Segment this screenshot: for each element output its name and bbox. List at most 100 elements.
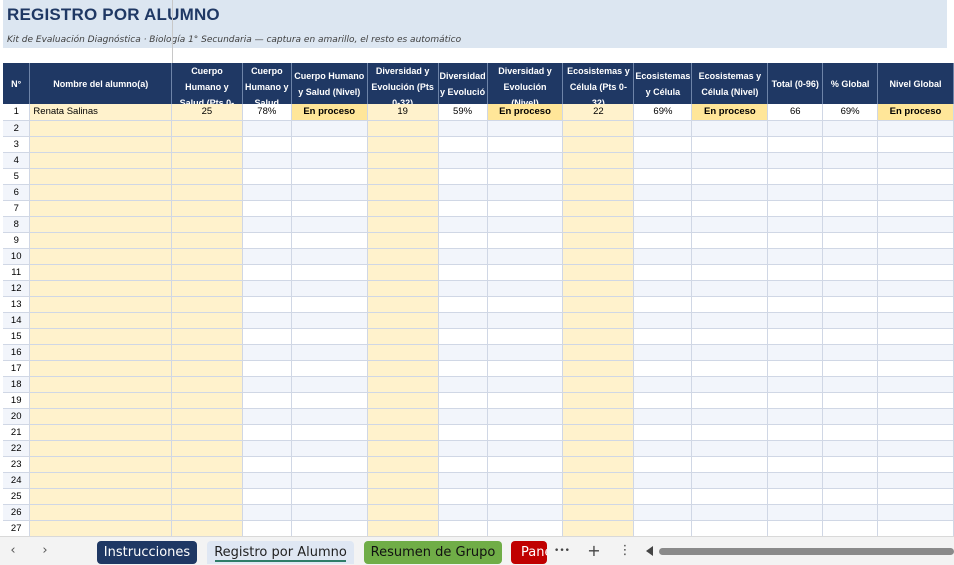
ecosistemas-pct-cell[interactable]: [633, 520, 693, 537]
ecosistemas-pct-cell[interactable]: 69%: [633, 104, 693, 121]
ecosistemas-pts-cell[interactable]: [562, 200, 635, 217]
nivel-global-cell[interactable]: [877, 488, 954, 505]
nivel-global-cell[interactable]: En proceso: [877, 104, 954, 121]
sheet-options-icon[interactable]: ⋮: [616, 542, 634, 560]
ecosistemas-nivel-cell[interactable]: [691, 216, 769, 233]
global-pct-cell[interactable]: [822, 376, 879, 393]
ecosistemas-pct-cell[interactable]: [633, 216, 693, 233]
cuerpo-pts-cell[interactable]: [171, 376, 243, 393]
diversidad-nivel-cell[interactable]: [487, 488, 564, 505]
diversidad-pts-cell[interactable]: [367, 424, 439, 441]
header-cell[interactable]: Diversidad y Evolució: [438, 63, 488, 104]
ecosistemas-pts-cell[interactable]: [562, 168, 635, 185]
ecosistemas-pts-cell[interactable]: [562, 184, 635, 201]
ecosistemas-nivel-cell[interactable]: [691, 472, 769, 489]
nivel-global-cell[interactable]: [877, 248, 954, 265]
student-name-cell[interactable]: [29, 424, 173, 441]
cuerpo-pct-cell[interactable]: [242, 392, 292, 409]
ecosistemas-nivel-cell[interactable]: [691, 232, 769, 249]
ecosistemas-pct-cell[interactable]: [633, 488, 693, 505]
global-pct-cell[interactable]: [822, 392, 879, 409]
nivel-global-cell[interactable]: [877, 376, 954, 393]
diversidad-pts-cell[interactable]: [367, 504, 439, 521]
ecosistemas-pts-cell[interactable]: [562, 488, 635, 505]
cuerpo-pts-cell[interactable]: [171, 392, 243, 409]
header-cell[interactable]: Cuerpo Humano y Salud (Nivel): [291, 63, 368, 104]
diversidad-pct-cell[interactable]: [438, 376, 488, 393]
ecosistemas-nivel-cell[interactable]: [691, 120, 769, 137]
total-cell[interactable]: [767, 408, 824, 425]
nivel-global-cell[interactable]: [877, 296, 954, 313]
student-name-cell[interactable]: [29, 440, 173, 457]
cuerpo-pct-cell[interactable]: [242, 360, 292, 377]
student-name-cell[interactable]: [29, 392, 173, 409]
cuerpo-nivel-cell[interactable]: En proceso: [291, 104, 368, 121]
diversidad-nivel-cell[interactable]: [487, 248, 564, 265]
cuerpo-pct-cell[interactable]: [242, 280, 292, 297]
total-cell[interactable]: [767, 344, 824, 361]
cuerpo-pts-cell[interactable]: [171, 264, 243, 281]
diversidad-nivel-cell[interactable]: [487, 152, 564, 169]
diversidad-nivel-cell[interactable]: [487, 232, 564, 249]
total-cell[interactable]: [767, 296, 824, 313]
global-pct-cell[interactable]: [822, 296, 879, 313]
ecosistemas-nivel-cell[interactable]: [691, 280, 769, 297]
cuerpo-pts-cell[interactable]: [171, 456, 243, 473]
student-name-cell[interactable]: [29, 168, 173, 185]
total-cell[interactable]: [767, 184, 824, 201]
tab-registro-por-alumno[interactable]: Registro por Alumno: [207, 541, 354, 564]
global-pct-cell[interactable]: [822, 152, 879, 169]
cuerpo-pct-cell[interactable]: [242, 344, 292, 361]
ecosistemas-pts-cell[interactable]: [562, 440, 635, 457]
ecosistemas-pct-cell[interactable]: [633, 392, 693, 409]
diversidad-pts-cell[interactable]: [367, 216, 439, 233]
global-pct-cell[interactable]: [822, 232, 879, 249]
cuerpo-pct-cell[interactable]: [242, 408, 292, 425]
global-pct-cell[interactable]: [822, 520, 879, 537]
total-cell[interactable]: [767, 280, 824, 297]
ecosistemas-pts-cell[interactable]: [562, 472, 635, 489]
global-pct-cell[interactable]: [822, 136, 879, 153]
cuerpo-pct-cell[interactable]: [242, 152, 292, 169]
header-cell[interactable]: Ecosistemas y Célula: [633, 63, 693, 104]
diversidad-pct-cell[interactable]: [438, 408, 488, 425]
header-cell[interactable]: Cuerpo Humano y Salud (Pts 0-: [171, 63, 243, 104]
diversidad-pts-cell[interactable]: [367, 152, 439, 169]
diversidad-pct-cell[interactable]: [438, 216, 488, 233]
ecosistemas-nivel-cell[interactable]: [691, 312, 769, 329]
total-cell[interactable]: [767, 360, 824, 377]
global-pct-cell[interactable]: [822, 488, 879, 505]
diversidad-pct-cell[interactable]: [438, 296, 488, 313]
cuerpo-pts-cell[interactable]: [171, 152, 243, 169]
global-pct-cell[interactable]: 69%: [822, 104, 879, 121]
header-cell[interactable]: % Global: [822, 63, 879, 104]
cuerpo-pct-cell[interactable]: [242, 376, 292, 393]
ecosistemas-pts-cell[interactable]: 22: [562, 104, 635, 121]
student-name-cell[interactable]: [29, 472, 173, 489]
ecosistemas-nivel-cell[interactable]: [691, 296, 769, 313]
diversidad-pct-cell[interactable]: [438, 280, 488, 297]
ecosistemas-pct-cell[interactable]: [633, 472, 693, 489]
global-pct-cell[interactable]: [822, 200, 879, 217]
cuerpo-nivel-cell[interactable]: [291, 344, 368, 361]
cuerpo-pct-cell[interactable]: [242, 520, 292, 537]
nivel-global-cell[interactable]: [877, 424, 954, 441]
next-sheet-button[interactable]: ›: [36, 543, 54, 559]
ecosistemas-pts-cell[interactable]: [562, 344, 635, 361]
student-name-cell[interactable]: [29, 296, 173, 313]
cuerpo-nivel-cell[interactable]: [291, 472, 368, 489]
ecosistemas-nivel-cell[interactable]: [691, 344, 769, 361]
ecosistemas-pct-cell[interactable]: [633, 168, 693, 185]
ecosistemas-pct-cell[interactable]: [633, 312, 693, 329]
header-cell[interactable]: Nivel Global: [877, 63, 954, 104]
cuerpo-pts-cell[interactable]: [171, 136, 243, 153]
diversidad-pts-cell[interactable]: [367, 120, 439, 137]
student-name-cell[interactable]: [29, 488, 173, 505]
cuerpo-nivel-cell[interactable]: [291, 488, 368, 505]
diversidad-pts-cell[interactable]: [367, 376, 439, 393]
total-cell[interactable]: [767, 504, 824, 521]
cuerpo-pct-cell[interactable]: [242, 424, 292, 441]
diversidad-nivel-cell[interactable]: [487, 200, 564, 217]
diversidad-nivel-cell[interactable]: [487, 168, 564, 185]
cuerpo-pts-cell[interactable]: [171, 248, 243, 265]
